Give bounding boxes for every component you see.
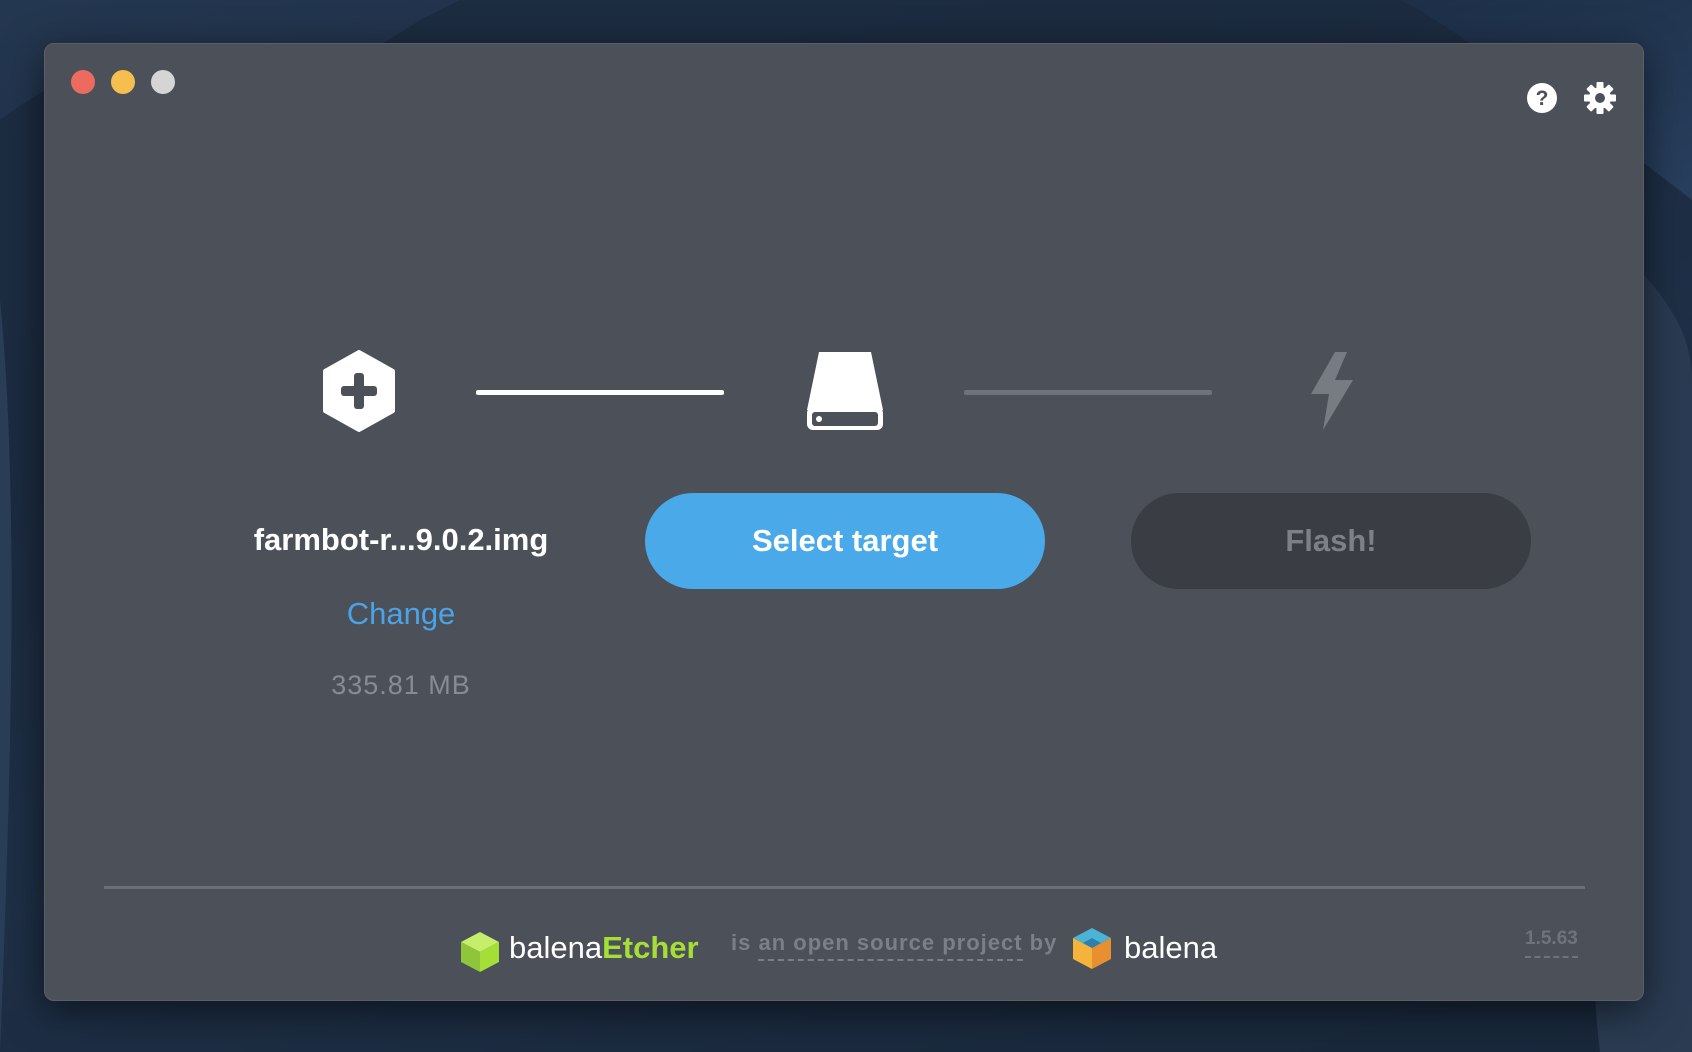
image-size: 335.81 MB xyxy=(331,670,471,700)
etcher-cube-logo-icon xyxy=(461,932,499,972)
close-window-button[interactable] xyxy=(71,70,95,94)
open-source-link[interactable]: an open source project xyxy=(758,930,1023,961)
lightning-bolt-icon xyxy=(1311,352,1353,430)
selected-image-filename: farmbot-r...9.0.2.img xyxy=(253,522,549,557)
svg-text:?: ? xyxy=(1536,87,1549,110)
change-image-link[interactable]: Change xyxy=(251,596,551,632)
help-icon[interactable]: ? xyxy=(1525,81,1559,115)
etcher-window: ? farmbot-r...9.0.2.img Change 335.81 MB… xyxy=(44,43,1644,1001)
balena-etcher-brand[interactable]: balenaEtcher xyxy=(509,930,699,966)
toolbar-icons: ? xyxy=(1525,81,1617,115)
plus-hexagon-icon xyxy=(323,350,395,432)
footer-divider xyxy=(104,886,1585,889)
maximize-window-button[interactable] xyxy=(151,70,175,94)
version-label[interactable]: 1.5.63 xyxy=(1525,928,1578,958)
minimize-window-button[interactable] xyxy=(111,70,135,94)
select-target-button[interactable]: Select target xyxy=(645,493,1045,589)
step-connector-2 xyxy=(964,390,1212,395)
window-controls xyxy=(71,70,175,94)
step-connector-1 xyxy=(476,390,724,395)
oss-prefix: is xyxy=(731,930,752,955)
balena-cube-logo-icon xyxy=(1073,928,1111,969)
footer: balenaEtcher is an open source project b… xyxy=(45,924,1643,984)
flash-button[interactable]: Flash! xyxy=(1131,493,1531,589)
open-source-text: is an open source project by xyxy=(731,930,1058,961)
balena-brand[interactable]: balena xyxy=(1124,930,1217,966)
brand-prefix: balena xyxy=(509,930,603,965)
oss-suffix: by xyxy=(1029,930,1058,955)
drive-icon xyxy=(807,352,883,430)
settings-gear-icon[interactable] xyxy=(1583,81,1617,115)
brand-suffix: Etcher xyxy=(602,930,699,965)
